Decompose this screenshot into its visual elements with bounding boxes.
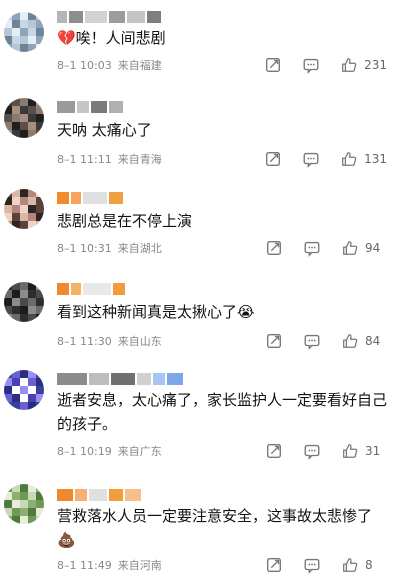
username-obscured[interactable]: [57, 488, 143, 502]
avatar[interactable]: [4, 12, 44, 52]
like-count: 84: [365, 334, 381, 348]
comment-icon: [304, 444, 320, 460]
like-button[interactable]: 131: [340, 150, 387, 168]
comment-text: 看到这种新闻真是太揪心了😭: [57, 303, 255, 321]
comment-location: 来自河南: [117, 559, 162, 572]
comment-item: 悲剧总是在不停上演 8–1 10:31 来自湖北 94: [0, 185, 405, 265]
share-button[interactable]: [265, 442, 283, 460]
like-count: 231: [364, 58, 387, 72]
share-button[interactable]: [265, 556, 283, 574]
comment-location: 来自湖北: [117, 242, 162, 255]
share-icon: [267, 558, 281, 572]
username-obscured[interactable]: [57, 100, 125, 114]
reply-button[interactable]: [303, 442, 321, 460]
comment-item: 逝者安息，太心痛了，家长监护人一定要看好自己的孩子。 8–1 10:19 来自广…: [0, 366, 405, 466]
share-icon: [267, 444, 281, 458]
avatar[interactable]: [4, 370, 44, 410]
username-obscured[interactable]: [57, 282, 127, 296]
reply-button[interactable]: [302, 150, 320, 168]
avatar[interactable]: [4, 189, 44, 229]
share-button[interactable]: [265, 239, 283, 257]
username-obscured[interactable]: [57, 10, 163, 24]
like-button[interactable]: 231: [340, 56, 387, 74]
thumbs-up-icon: [343, 558, 358, 572]
share-button[interactable]: [264, 150, 282, 168]
comment-item: 天呐 太痛心了 8–1 11:11 来自青海 131: [0, 92, 405, 172]
comment-text: 逝者安息，太心痛了，家长监护人一定要看好自己的孩子。: [57, 391, 388, 433]
comment-time: 8–1 11:30: [57, 334, 112, 348]
comment-location: 来自福建: [117, 59, 162, 72]
avatar[interactable]: [4, 484, 44, 524]
comment-icon: [304, 334, 320, 350]
thumbs-up-icon: [342, 58, 357, 72]
share-icon: [266, 152, 281, 166]
avatar[interactable]: [4, 282, 44, 322]
thumbs-up-icon: [343, 334, 358, 348]
comment-icon: [303, 58, 319, 74]
reply-button[interactable]: [302, 56, 320, 74]
comment-time: 8–1 10:03: [57, 58, 112, 72]
username-obscured[interactable]: [57, 372, 185, 386]
share-button[interactable]: [265, 332, 283, 350]
comment-item: 看到这种新闻真是太揪心了😭 8–1 11:30 来自山东 84: [0, 276, 405, 356]
share-button[interactable]: [264, 56, 282, 74]
reply-button[interactable]: [303, 332, 321, 350]
like-button[interactable]: 8: [341, 556, 387, 574]
comment-time: 8–1 10:19: [57, 444, 112, 458]
username-obscured[interactable]: [57, 191, 125, 205]
comment-location: 来自青海: [117, 153, 162, 166]
share-icon: [267, 241, 281, 255]
share-icon: [266, 58, 281, 72]
like-count: 31: [365, 444, 381, 458]
reply-button[interactable]: [303, 556, 321, 574]
thumbs-up-icon: [343, 241, 358, 255]
comment-text: 悲剧总是在不停上演: [57, 212, 193, 230]
comment-time: 8–1 11:49: [57, 558, 112, 572]
comment-list: 💔唉！人间悲剧 8–1 10:03 来自福建 231 天呐 太痛心了 8–1 1…: [0, 0, 405, 581]
reply-button[interactable]: [303, 239, 321, 257]
comment-item: 💔唉！人间悲剧 8–1 10:03 来自福建 231: [0, 0, 405, 80]
thumbs-up-icon: [343, 444, 358, 458]
comment-icon: [303, 152, 319, 168]
comment-text: 天呐 太痛心了: [57, 121, 152, 139]
comment-text: 💔唉！人间悲剧: [57, 29, 166, 47]
like-button[interactable]: 84: [341, 332, 387, 350]
comment-location: 来自广东: [117, 445, 162, 458]
comment-text: 营救落水人员一定要注意安全，这事故太悲惨了💩: [57, 507, 373, 549]
share-icon: [267, 334, 281, 348]
comment-icon: [304, 241, 320, 257]
comment-item: 营救落水人员一定要注意安全，这事故太悲惨了💩 8–1 11:49 来自河南 8: [0, 480, 405, 580]
like-count: 131: [364, 152, 387, 166]
comment-icon: [304, 558, 320, 574]
comment-time: 8–1 11:11: [57, 152, 112, 166]
avatar[interactable]: [4, 98, 44, 138]
like-count: 94: [365, 241, 381, 255]
comment-time: 8–1 10:31: [57, 241, 112, 255]
like-button[interactable]: 94: [341, 239, 387, 257]
thumbs-up-icon: [342, 152, 357, 166]
comment-location: 来自山东: [117, 335, 162, 348]
like-button[interactable]: 31: [341, 442, 387, 460]
like-count: 8: [365, 558, 373, 572]
